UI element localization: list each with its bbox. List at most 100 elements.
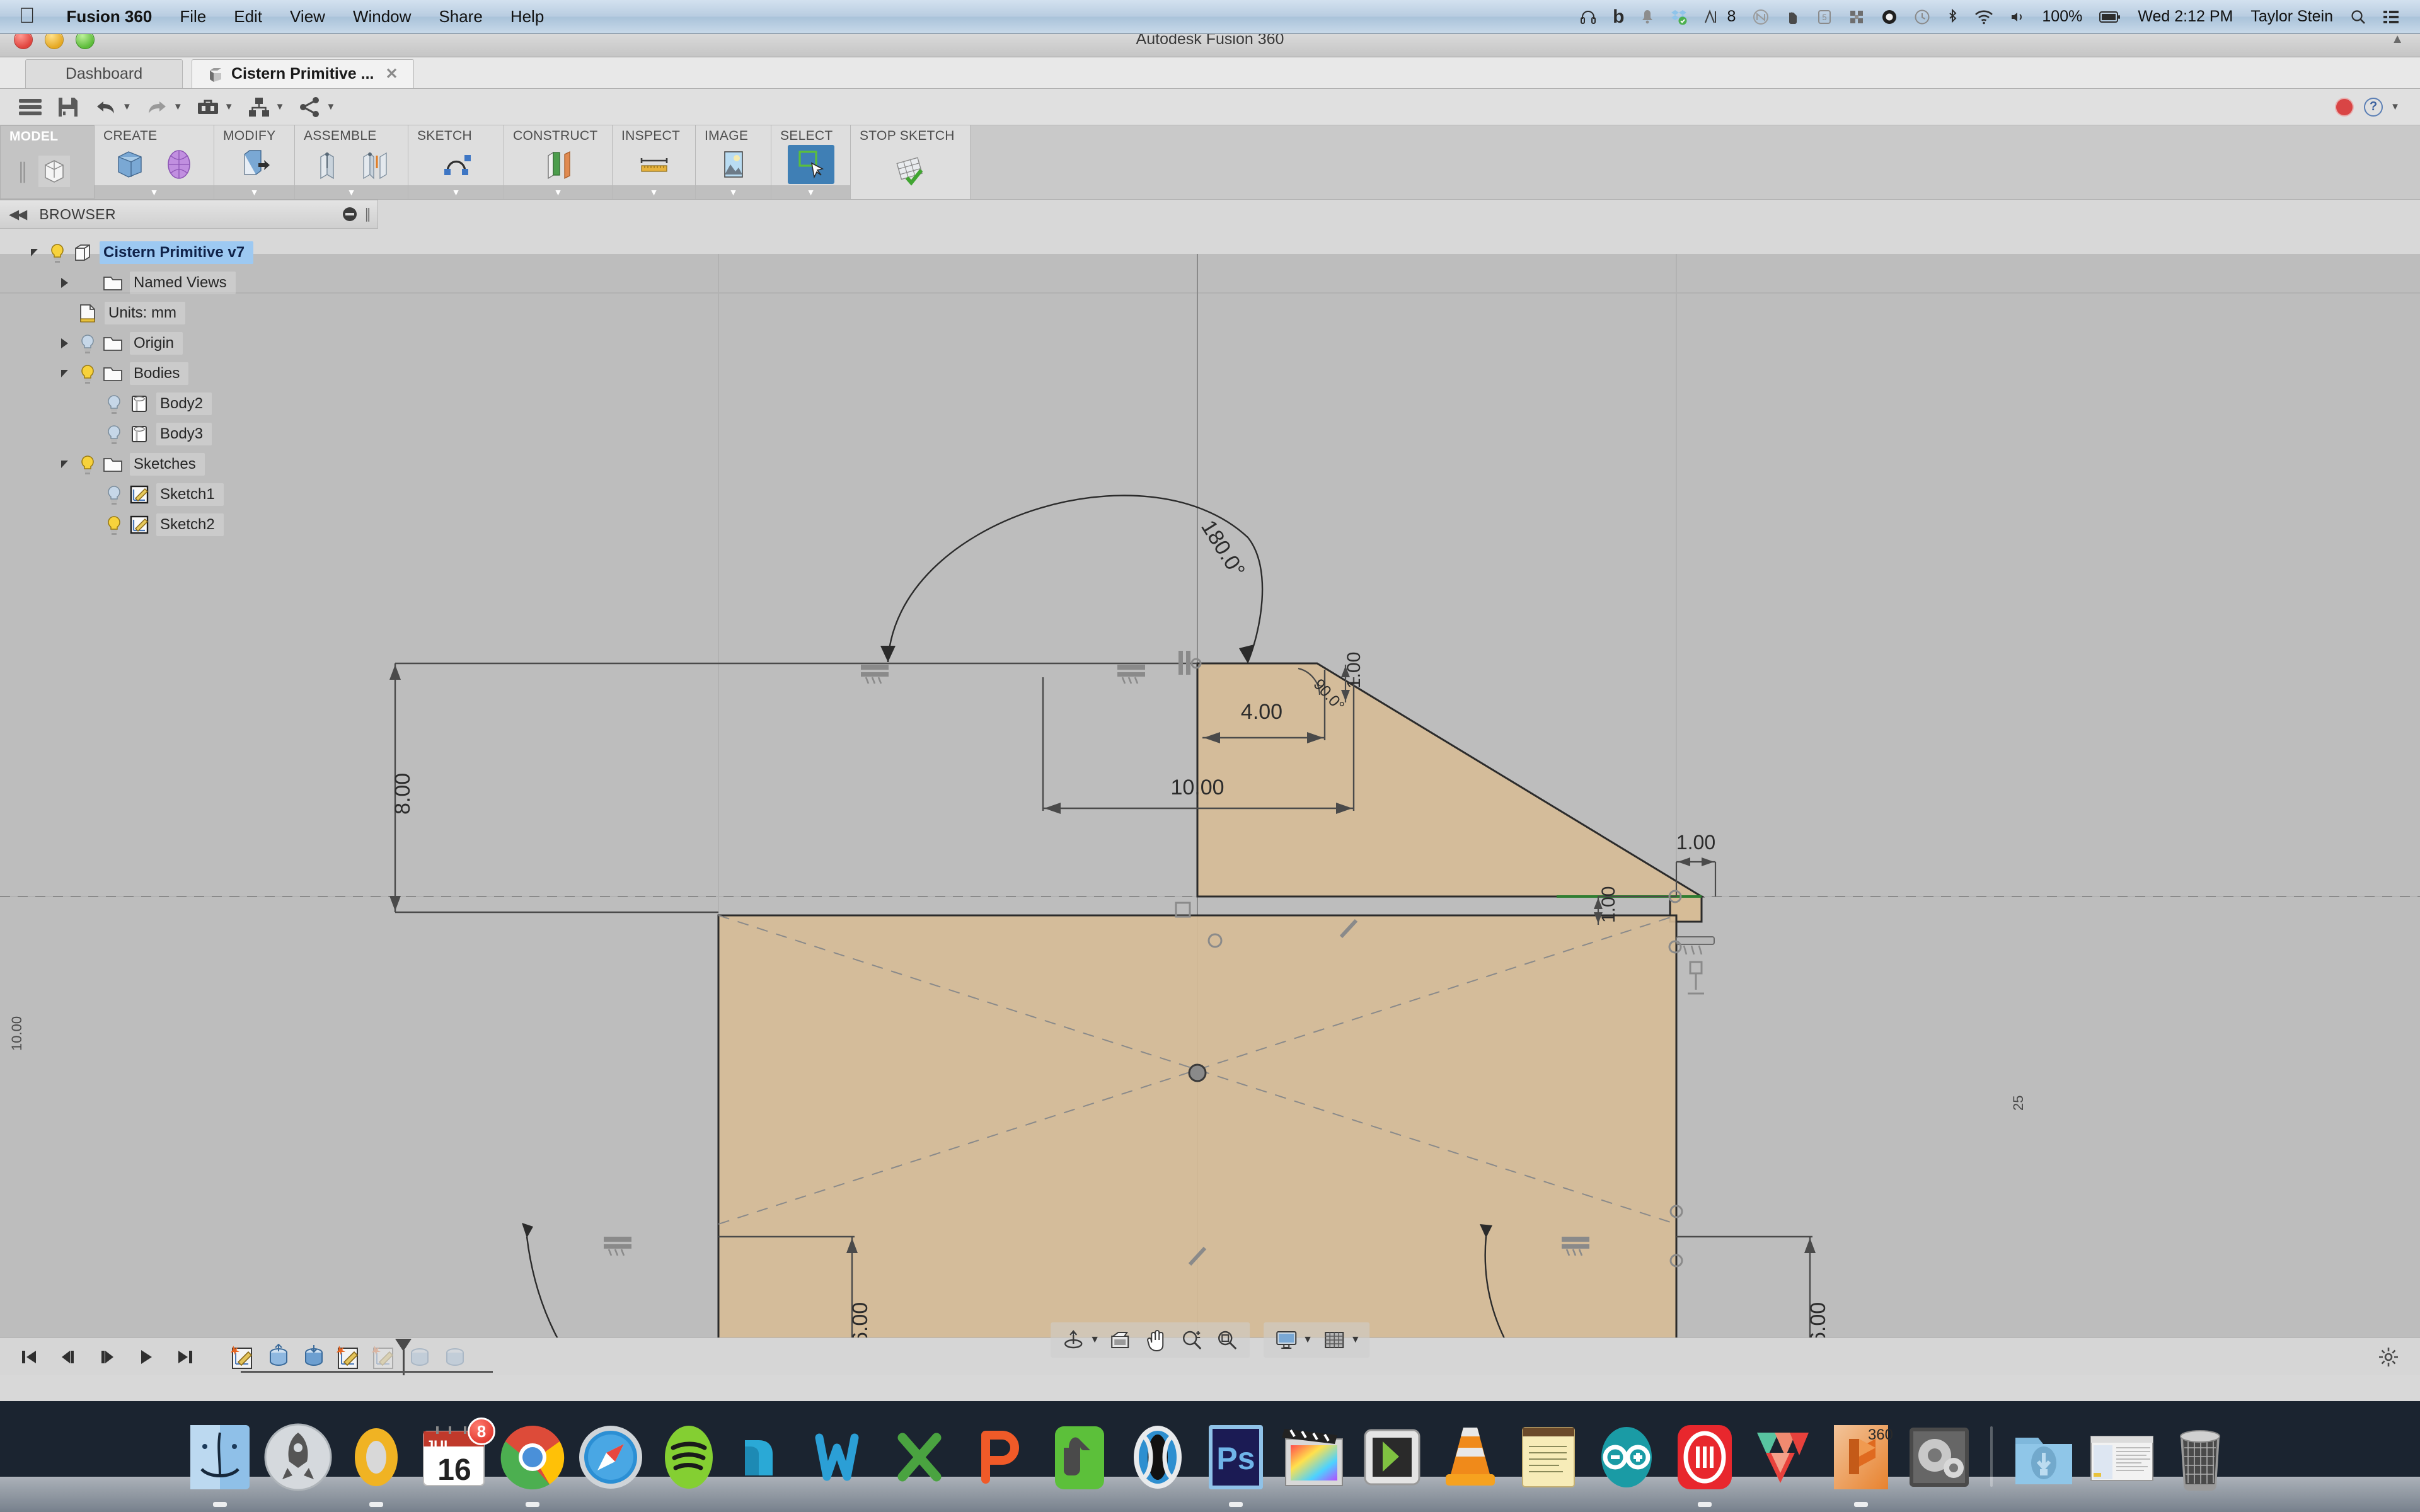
ribbon-group-inspect-caret-icon[interactable]: ▼ <box>613 185 695 199</box>
menu-item-edit[interactable]: Edit <box>220 7 276 26</box>
press-pull-icon[interactable] <box>231 145 278 184</box>
orbit-icon[interactable] <box>1057 1326 1090 1354</box>
visibility-bulb-off-icon-body3[interactable] <box>103 423 125 445</box>
ribbon-group-assemble-caret-icon[interactable]: ▼ <box>295 185 408 199</box>
dropbox-icon[interactable] <box>1662 8 1696 26</box>
volume-icon[interactable] <box>2002 9 2033 25</box>
tree-item-origin[interactable]: Origin <box>0 328 378 358</box>
tree-item-body3[interactable]: Body3 <box>0 419 378 449</box>
look-at-icon[interactable] <box>1105 1326 1138 1354</box>
visibility-bulb-on-icon[interactable] <box>47 242 68 263</box>
menu-icon[interactable] <box>13 92 48 122</box>
dock-item-vlc[interactable] <box>1433 1420 1507 1494</box>
tree-item-body2[interactable]: Body2 <box>0 389 378 419</box>
dock-item-skype[interactable] <box>730 1420 804 1494</box>
collapse-panel-icon[interactable]: ◀◀ <box>9 207 27 222</box>
dock-item-notes[interactable] <box>1511 1420 1586 1494</box>
model-workspace-icon[interactable] <box>31 152 78 191</box>
visibility-bulb-off-icon-sketch1[interactable] <box>103 484 125 505</box>
sculpt-icon[interactable] <box>156 145 202 184</box>
job-status-caret-icon[interactable]: ▼ <box>224 101 234 112</box>
panel-options-icon[interactable] <box>343 207 357 221</box>
undo-caret-icon[interactable]: ▼ <box>122 101 132 112</box>
share-icon[interactable] <box>292 92 327 122</box>
dock-item-arduino[interactable] <box>1589 1420 1664 1494</box>
ribbon-group-modify-caret-icon[interactable]: ▼ <box>214 185 294 199</box>
menu-item-file[interactable]: File <box>166 7 220 26</box>
dock-item-finder[interactable] <box>183 1420 257 1507</box>
battery-icon[interactable] <box>2091 11 2129 23</box>
tab-cistern-primitive[interactable]: Cistern Primitive ... ✕ <box>192 59 414 88</box>
ribbon-group-model[interactable]: MODEL ∥ <box>0 125 95 199</box>
offset-plane-icon[interactable] <box>535 145 582 184</box>
twisty-closed-icon-origin[interactable] <box>52 338 77 348</box>
pan-icon[interactable] <box>1140 1326 1173 1354</box>
dock-item-handbrake[interactable] <box>1355 1420 1429 1494</box>
display-caret-icon[interactable]: ▼ <box>1303 1334 1313 1346</box>
bell-icon[interactable] <box>1633 9 1662 25</box>
dock-item-meshmixer[interactable] <box>1746 1420 1820 1494</box>
twisty-open-icon-sketches[interactable] <box>52 461 77 468</box>
tree-item-units[interactable]: Units: mm <box>0 298 378 328</box>
new-component-icon[interactable] <box>304 145 350 184</box>
record-icon[interactable] <box>1873 9 1906 25</box>
stop-sketch-icon[interactable] <box>887 152 934 191</box>
visibility-bulb-on-icon-sketches[interactable] <box>77 454 98 475</box>
tree-item-cistern-primitive[interactable]: Cistern Primitive v7 <box>0 238 378 268</box>
dock-item-microsoft-word[interactable] <box>808 1420 882 1494</box>
orbit-caret-icon[interactable]: ▼ <box>1090 1334 1100 1346</box>
dock-item-omnifocus[interactable] <box>339 1420 413 1507</box>
ribbon-group-construct-caret-icon[interactable]: ▼ <box>504 185 612 199</box>
bluetooth-icon[interactable] <box>1939 8 1966 26</box>
tree-item-sketch2[interactable]: Sketch2 <box>0 510 378 540</box>
twisty-open-icon[interactable] <box>21 249 47 256</box>
dock-item-safari[interactable] <box>573 1420 648 1494</box>
dock-item-downloads-folder[interactable] <box>2007 1420 2081 1494</box>
data-panel-caret-icon[interactable]: ▼ <box>275 101 285 112</box>
display-settings-icon[interactable] <box>1270 1326 1303 1354</box>
menu-item-window[interactable]: Window <box>339 7 425 26</box>
menu-item-help[interactable]: Help <box>497 7 558 26</box>
dock-item-evernote[interactable] <box>1042 1420 1117 1494</box>
dock-item-system-preferences[interactable] <box>1902 1420 1976 1494</box>
close-icon[interactable]: ✕ <box>385 65 398 83</box>
ribbon-group-select-caret-icon[interactable]: ▼ <box>771 185 850 199</box>
menu-app-name[interactable]: Fusion 360 <box>53 7 166 26</box>
redo-icon[interactable] <box>139 92 175 122</box>
bartender-icon[interactable]: b <box>1605 6 1632 28</box>
dimension-angle-top[interactable] <box>880 495 1264 663</box>
apple-logo-icon[interactable]:  <box>19 5 35 26</box>
joint-icon[interactable] <box>353 145 400 184</box>
visibility-bulb-off-icon-body2[interactable] <box>103 393 125 415</box>
timeline-playhead[interactable] <box>395 1338 412 1351</box>
dock-item-microsoft-powerpoint[interactable] <box>964 1420 1039 1494</box>
tree-item-sketches[interactable]: Sketches <box>0 449 378 479</box>
menu-item-view[interactable]: View <box>276 7 339 26</box>
1password-icon[interactable]: 5 <box>1809 9 1840 25</box>
ribbon-group-image-caret-icon[interactable]: ▼ <box>696 185 771 199</box>
visibility-bulb-on-icon-bodies[interactable] <box>77 363 98 384</box>
ia-writer-icon[interactable] <box>1696 9 1726 25</box>
dock-item-final-cut-pro[interactable] <box>1277 1420 1351 1494</box>
dock-item-keyshot[interactable] <box>1121 1420 1195 1494</box>
dock-item-makerbot[interactable] <box>1668 1420 1742 1507</box>
menu-clock[interactable]: Wed 2:12 PM <box>2129 8 2242 26</box>
dock-item-calendar[interactable]: JUL 16 8 <box>417 1418 495 1494</box>
select-icon[interactable] <box>787 145 834 184</box>
dock-item-google-chrome[interactable] <box>495 1420 570 1507</box>
tab-dashboard[interactable]: Dashboard <box>25 59 183 88</box>
dock-item-spotify[interactable] <box>652 1420 726 1494</box>
timeline-feature-extrude-4-pending[interactable] <box>441 1344 469 1372</box>
evernote-icon[interactable] <box>1777 9 1809 25</box>
fit-icon[interactable] <box>1211 1326 1243 1354</box>
spotlight-search-icon[interactable] <box>2342 9 2375 25</box>
dock-item-microsoft-excel[interactable] <box>886 1420 960 1494</box>
share-caret-icon[interactable]: ▼ <box>326 101 335 112</box>
chevron-up-icon[interactable]: ▲ <box>2391 32 2404 47</box>
headphones-icon[interactable] <box>1572 9 1605 25</box>
dock-item-document-window[interactable] <box>2085 1420 2159 1494</box>
visibility-bulb-on-icon-sketch2[interactable] <box>103 514 125 536</box>
dock-item-launchpad[interactable] <box>261 1420 335 1494</box>
zoom-icon[interactable] <box>1175 1326 1208 1354</box>
visibility-bulb-off-icon-origin[interactable] <box>77 333 98 354</box>
